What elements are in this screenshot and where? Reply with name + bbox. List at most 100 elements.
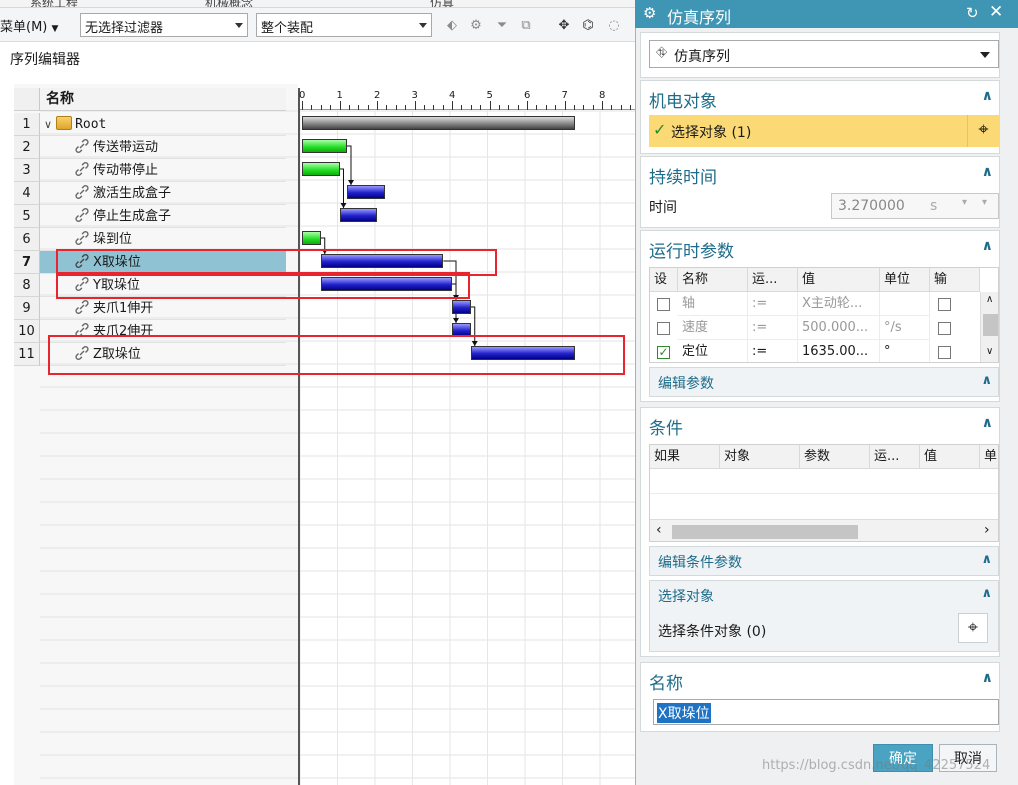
section-title: 持续时间 bbox=[649, 168, 717, 188]
watermark: https://blog.csdn.net/qq_42257524 bbox=[762, 758, 991, 773]
row-number: 11 bbox=[14, 343, 40, 366]
column-header: 值 bbox=[798, 268, 880, 292]
column-header: 设 bbox=[650, 268, 678, 292]
collapse-icon[interactable]: ∧ bbox=[982, 164, 993, 180]
chevron-left-icon[interactable]: ‹ bbox=[656, 522, 662, 538]
gantt-bar[interactable] bbox=[302, 139, 347, 153]
collapse-icon[interactable]: ∧ bbox=[981, 373, 992, 388]
output-checkbox[interactable] bbox=[938, 322, 951, 335]
sequence-type-dropdown[interactable]: ⛗ 仿真序列 bbox=[649, 40, 999, 68]
scroll-thumb[interactable] bbox=[983, 314, 998, 336]
menu-button[interactable]: 菜单(M) ▼ bbox=[0, 16, 58, 35]
gantt-bar[interactable] bbox=[339, 208, 377, 222]
param-value[interactable]: 1635.00... bbox=[798, 340, 880, 362]
row-number: 5 bbox=[14, 205, 40, 228]
output-checkbox[interactable] bbox=[938, 346, 951, 359]
horizontal-scrollbar[interactable]: ‹ › bbox=[650, 519, 998, 541]
set-checkbox[interactable] bbox=[657, 298, 670, 311]
param-value[interactable]: X主动轮... bbox=[798, 292, 880, 316]
tab-mechanical-concept[interactable]: 机械概念 bbox=[205, 0, 253, 7]
table-scrollbar[interactable]: ∧ ∨ bbox=[980, 292, 998, 362]
hide-icon[interactable]: ◌ bbox=[606, 18, 622, 34]
select-copy-icon[interactable]: ⧉ bbox=[518, 18, 534, 34]
param-name: 速度 bbox=[678, 316, 748, 340]
tree-row-root[interactable]: ∨ Root bbox=[40, 113, 286, 136]
collapse-icon[interactable]: ∧ bbox=[982, 88, 993, 104]
time-value: 3.270000 bbox=[838, 198, 905, 214]
edit-condition-params-subsection[interactable]: 编辑条件参数 ∧ bbox=[649, 546, 999, 576]
param-value[interactable]: 500.000... bbox=[798, 316, 880, 340]
column-header: 参数 bbox=[800, 445, 870, 469]
time-unit: s bbox=[930, 198, 938, 214]
conditions-table: 如果 对象 参数 运... 值 单 ‹ › bbox=[649, 444, 999, 542]
snap-point-icon[interactable]: ✥ bbox=[556, 18, 572, 34]
name-input[interactable]: X取垛位 bbox=[653, 699, 999, 725]
subsection-title: 编辑条件参数 bbox=[658, 555, 742, 571]
gantt-bar[interactable] bbox=[302, 231, 321, 245]
column-header: 运... bbox=[748, 268, 798, 292]
scroll-thumb[interactable] bbox=[672, 525, 858, 539]
param-op: := bbox=[748, 292, 798, 316]
tree-row[interactable]: 激活生成盒子 bbox=[40, 182, 286, 205]
assembly-scope-dropdown[interactable]: 整个装配 bbox=[256, 13, 432, 37]
collapse-icon[interactable]: ∧ bbox=[982, 670, 993, 686]
select-object-row[interactable]: ✓ 选择对象 (1) bbox=[649, 115, 967, 147]
chevron-down-icon[interactable]: ▾ bbox=[982, 197, 987, 208]
assembly-scope-value: 整个装配 bbox=[261, 21, 314, 36]
reset-icon[interactable]: ↻ bbox=[966, 4, 979, 22]
link-icon bbox=[75, 231, 89, 245]
filter-icon[interactable]: ⏷ bbox=[494, 18, 510, 34]
component-icon[interactable]: ⌬ bbox=[580, 18, 596, 34]
collapse-icon[interactable]: ∧ bbox=[982, 415, 993, 431]
subsection-title: 编辑参数 bbox=[658, 376, 714, 392]
sequence-type-icon: ⛗ bbox=[656, 45, 668, 61]
param-unit: ° bbox=[880, 340, 930, 362]
row-number: 6 bbox=[14, 228, 40, 251]
tree-row-label: 传送带运动 bbox=[93, 140, 159, 155]
gantt-bar[interactable] bbox=[347, 185, 385, 199]
tab-systems-engineering[interactable]: 系统工程 bbox=[30, 0, 78, 7]
unit-dropdown-icon[interactable]: ▾ bbox=[962, 197, 967, 208]
tree-row[interactable]: 垛到位 bbox=[40, 228, 286, 251]
runtime-params-table: 设 名称 运... 值 单位 输 轴 := X主动轮... 速度 := 500.… bbox=[649, 267, 999, 363]
chevron-down-icon[interactable]: ∨ bbox=[986, 346, 993, 357]
chevron-down-icon[interactable]: ∨ bbox=[44, 118, 52, 131]
selection-filter-dropdown[interactable]: 无选择过滤器 bbox=[80, 13, 248, 37]
chevron-down-icon bbox=[419, 23, 427, 28]
collapse-icon[interactable]: ∧ bbox=[981, 586, 992, 601]
ribbon-tab-strip: 系统工程 机械概念 仿真 bbox=[0, 0, 640, 8]
set-checkbox-checked[interactable]: ✓ bbox=[657, 346, 670, 359]
select-body-icon[interactable]: ⚙ bbox=[468, 18, 484, 34]
output-checkbox[interactable] bbox=[938, 298, 951, 311]
tree-row[interactable]: 传动带停止 bbox=[40, 159, 286, 182]
param-unit bbox=[880, 292, 930, 316]
crosshair-icon[interactable]: ⌖ bbox=[958, 613, 988, 643]
annotation-box-y bbox=[56, 272, 470, 299]
close-icon[interactable]: ✕ bbox=[989, 2, 1003, 22]
select-feature-icon[interactable]: ⬖ bbox=[444, 18, 460, 34]
collapse-icon[interactable]: ∧ bbox=[981, 552, 992, 567]
tab-simulation[interactable]: 仿真 bbox=[430, 0, 454, 7]
chevron-right-icon[interactable]: › bbox=[984, 522, 990, 538]
param-name: 轴 bbox=[678, 292, 748, 316]
crosshair-icon[interactable]: ⌖ bbox=[967, 115, 999, 147]
set-checkbox[interactable] bbox=[657, 322, 670, 335]
chevron-down-icon bbox=[980, 52, 990, 58]
select-object-subsection: 选择对象 ∧ 选择条件对象 (0) ⌖ bbox=[649, 580, 999, 652]
tree-row[interactable]: 夹爪1伸开 bbox=[40, 297, 286, 320]
name-section: 名称 ∧ X取垛位 bbox=[640, 662, 1000, 732]
tree-row-label: 传动带停止 bbox=[93, 163, 159, 178]
gantt-bar[interactable] bbox=[452, 300, 471, 314]
section-title: 条件 bbox=[649, 419, 683, 439]
column-header: 输 bbox=[930, 268, 980, 292]
tree-row[interactable]: 传送带运动 bbox=[40, 136, 286, 159]
gantt-timeline[interactable]: 012345678 bbox=[298, 88, 640, 785]
edit-params-subsection[interactable]: 编辑参数 ∧ bbox=[649, 367, 999, 397]
tree-row[interactable]: 停止生成盒子 bbox=[40, 205, 286, 228]
row-number: 4 bbox=[14, 182, 40, 205]
chevron-up-icon[interactable]: ∧ bbox=[986, 294, 993, 305]
collapse-icon[interactable]: ∧ bbox=[982, 238, 993, 254]
time-input[interactable]: 3.270000 s ▾ ▾ bbox=[831, 193, 999, 219]
gantt-bar[interactable] bbox=[302, 116, 575, 130]
gantt-bar[interactable] bbox=[302, 162, 340, 176]
